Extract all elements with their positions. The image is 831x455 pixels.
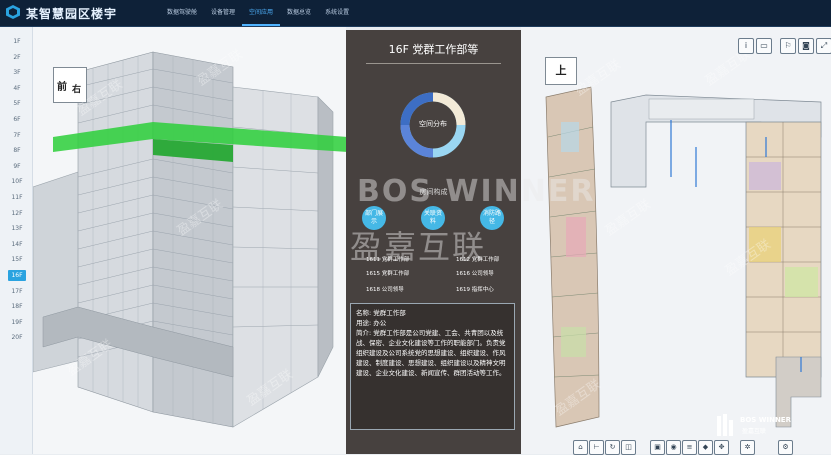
info-icon[interactable]: i: [738, 38, 754, 54]
watermark-main: BOS WINNER: [357, 174, 596, 209]
rotate-icon[interactable]: ↻: [605, 440, 620, 455]
brand-name-en: BOS WINNER: [740, 416, 791, 424]
floor-18f[interactable]: 18F: [8, 301, 26, 312]
main-nav: 数据驾驶舱 设备管理 空间应用 数据总览 系统设置: [160, 0, 356, 26]
viewcube-3d[interactable]: 前 右: [53, 67, 87, 103]
donut-label: 空间分布: [419, 120, 447, 128]
floor-plan-model: [545, 86, 822, 428]
floor-15f[interactable]: 15F: [8, 254, 26, 265]
floor-14f[interactable]: 14F: [8, 239, 26, 250]
floor-selector: 1F 2F 3F 4F 5F 6F 7F 8F 9F 10F 11F 12F 1…: [0, 27, 33, 454]
room-item[interactable]: 1615 党群工作部: [366, 269, 409, 277]
cube-icon[interactable]: ◆: [698, 440, 713, 455]
floor-5f[interactable]: 5F: [8, 98, 26, 109]
explode-icon[interactable]: ✲: [740, 440, 755, 455]
floor-17f[interactable]: 17F: [8, 286, 26, 297]
app-logo-icon: [6, 5, 20, 19]
nav-system-settings[interactable]: 系统设置: [318, 0, 356, 26]
nav-data-cockpit[interactable]: 数据驾驶舱: [160, 0, 204, 26]
room-item[interactable]: 1619 指挥中心: [456, 285, 494, 293]
floor-6f[interactable]: 6F: [8, 114, 26, 125]
layers-icon[interactable]: ≡: [682, 440, 697, 455]
floor-19f[interactable]: 19F: [8, 317, 26, 328]
fullscreen-icon[interactable]: ⤢: [816, 38, 831, 54]
building-3d-view[interactable]: 前 右 盈嘉互联 盈嘉互联 盈嘉互联 盈嘉互联 盈嘉互联: [33, 27, 346, 454]
room-item[interactable]: 1616 公司领导: [456, 269, 494, 277]
floor-7f[interactable]: 7F: [8, 130, 26, 141]
floor-13f[interactable]: 13F: [8, 223, 26, 234]
title-divider: [366, 63, 501, 64]
top-bar: 某智慧园区楼宇 数据驾驶舱 设备管理 空间应用 数据总览 系统设置: [0, 0, 831, 27]
panel-title: 16F 党群工作部等: [388, 43, 479, 56]
watermark-sub: 盈嘉互联: [350, 228, 487, 266]
viewcube-top-label: 上: [555, 64, 567, 77]
floor-20f[interactable]: 20F: [8, 332, 26, 343]
floor-plan-view[interactable]: 上 盈嘉互联 盈嘉互联 盈嘉互联 盈嘉互联 盈嘉互联: [521, 27, 831, 454]
bookmark-icon[interactable]: ⚐: [780, 38, 796, 54]
room-item[interactable]: 1618 公司领导: [366, 285, 404, 293]
info-name: 名称: 党群工作部: [356, 309, 406, 317]
visibility-icon[interactable]: ◉: [666, 440, 681, 455]
floor-9f[interactable]: 9F: [8, 161, 26, 172]
home-icon[interactable]: ⌂: [573, 440, 588, 455]
view-icon[interactable]: ▣: [650, 440, 665, 455]
department-info-box: 名称: 党群工作部 用途: 办公 简介: 党群工作部是公司党建、工会、共青团以及…: [350, 303, 515, 430]
nav-space-application[interactable]: 空间应用: [242, 0, 281, 26]
brand-logo-icon: [717, 414, 733, 436]
floor-3f[interactable]: 3F: [8, 67, 26, 78]
viewcube-front-label: 前: [57, 82, 67, 93]
camera-icon[interactable]: ◙: [798, 38, 814, 54]
brand-logo: BOS WINNER 盈嘉互联: [710, 412, 830, 440]
app-title: 某智慧园区楼宇: [26, 7, 118, 21]
move-icon[interactable]: ✥: [714, 440, 729, 455]
floor-12f[interactable]: 12F: [8, 208, 26, 219]
floor-1f[interactable]: 1F: [8, 36, 26, 47]
settings-icon[interactable]: ⚙: [778, 440, 793, 455]
floor-10f[interactable]: 10F: [8, 176, 26, 187]
ruler-icon[interactable]: ▭: [756, 38, 772, 54]
floor-8f[interactable]: 8F: [8, 145, 26, 156]
floor-4f[interactable]: 4F: [8, 83, 26, 94]
brand-name-cn: 盈嘉互联: [742, 428, 767, 435]
info-use: 用途: 办公: [356, 319, 387, 327]
section-icon[interactable]: ◫: [621, 440, 636, 455]
floor-16f[interactable]: 16F: [8, 270, 26, 281]
nav-device-management[interactable]: 设备管理: [204, 0, 242, 26]
nav-data-overview[interactable]: 数据总览: [280, 0, 318, 26]
viewcube-right-label: 右: [72, 85, 82, 95]
floor-2f[interactable]: 2F: [8, 52, 26, 63]
viewcube-plan[interactable]: 上: [545, 57, 577, 85]
info-intro: 简介: 党群工作部是公司党建、工会、共青团以及统战、保密、企业文化建设等工作的职…: [356, 329, 506, 377]
measure-icon[interactable]: ⊢: [589, 440, 604, 455]
floor-11f[interactable]: 11F: [8, 192, 26, 203]
